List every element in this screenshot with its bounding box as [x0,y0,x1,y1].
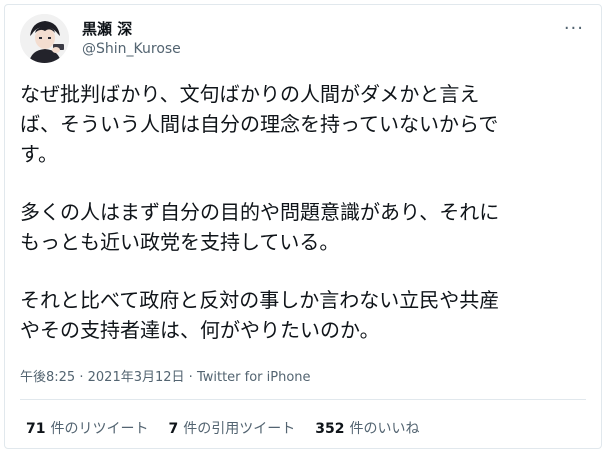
meta-separator: · [188,370,193,385]
tweet-metadata: 午後8:25 · 2021年3月12日 · Twitter for iPhone [20,366,311,385]
divider [20,399,586,400]
tweet-text: なぜ批判ばかり、文句ばかりの人間がダメかと言え ば、そういう人間は自分の理念を持… [20,79,586,373]
author-handle[interactable]: @Shin_Kurose [82,40,181,58]
avatar[interactable] [20,14,69,63]
tweet-paragraph: 多くの人はまず自分の目的や問題意識があり、それに もっとも近い政党を支持している… [20,200,500,254]
avatar-icon [20,14,69,63]
more-options-icon[interactable]: ··· [564,18,584,39]
retweets-stat[interactable]: 71 件のリツイート [26,418,148,438]
likes-label: 件のいいね [349,421,420,437]
quotes-label: 件の引用ツイート [183,421,296,437]
tweet-time: 午後8:25 [20,370,76,385]
tweet-card: 黒瀬 深 @Shin_Kurose ··· なぜ批判ばかり、文句ばかりの人間がダ… [0,0,606,453]
retweets-label: 件のリツイート [50,421,149,437]
tweet-stats: 71 件のリツイート 7 件の引用ツイート 352 件のいいね [26,418,419,438]
tweet-paragraph: それと比べて政府と反対の事しか言わない立民や共産 やその支持者達は、何がやりたい… [20,288,500,342]
tweet-paragraph: なぜ批判ばかり、文句ばかりの人間がダメかと言え ば、そういう人間は自分の理念を持… [20,82,499,166]
tweet-source[interactable]: Twitter for iPhone [197,370,311,385]
retweets-count: 71 [26,421,46,437]
quote-tweets-stat[interactable]: 7 件の引用ツイート [168,418,295,438]
tweet-date: 2021年3月12日 [87,370,185,385]
tweet-timestamp[interactable]: 午後8:25 · 2021年3月12日 [20,370,185,385]
likes-stat[interactable]: 352 件のいいね [315,418,419,438]
meta-separator: · [79,370,84,385]
quotes-count: 7 [168,421,179,437]
author-display-name[interactable]: 黒瀬 深 [82,20,132,38]
likes-count: 352 [315,421,345,437]
